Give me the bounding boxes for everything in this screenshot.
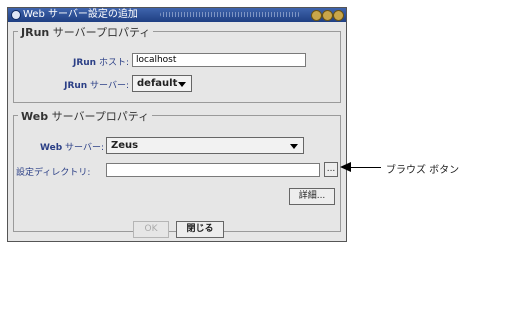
web-server-label: Web サーバー: [40, 143, 104, 153]
details-button[interactable]: 詳細... [289, 188, 335, 205]
window-menu-icon[interactable] [11, 10, 21, 20]
jrun-server-value: default [137, 78, 178, 89]
browse-button-callout: ブラウズ ボタン [386, 165, 460, 176]
chevron-down-icon [290, 144, 298, 149]
jrun-host-field[interactable]: localhost [132, 53, 306, 67]
jrun-group-title: JRun サーバープロパティ [18, 24, 154, 40]
web-server-properties-group: Web サーバープロパティ Web サーバー: Zeus 設定ディレクトリ: .… [13, 108, 341, 232]
minimize-icon[interactable] [311, 10, 322, 21]
config-dir-field[interactable] [106, 163, 320, 177]
jrun-server-label: JRun サーバー: [64, 81, 129, 91]
browse-button[interactable]: ... [324, 162, 338, 177]
title-bar[interactable]: Web サーバー設定の追加 [8, 8, 346, 22]
web-server-value: Zeus [111, 140, 139, 151]
ok-button[interactable]: OK [133, 221, 169, 238]
web-server-dropdown[interactable]: Zeus [106, 137, 304, 154]
jrun-server-dropdown[interactable]: default [132, 75, 192, 92]
config-dir-label: 設定ディレクトリ: [16, 168, 91, 178]
close-icon[interactable] [333, 10, 344, 21]
callout-arrow-icon [340, 162, 351, 172]
jrun-host-label: JRun ホスト: [73, 58, 129, 68]
jrun-server-properties-group: JRun サーバープロパティ JRun ホスト: localhost JRun … [13, 24, 341, 103]
maximize-icon[interactable] [322, 10, 333, 21]
window-title: Web サーバー設定の追加 [23, 9, 138, 20]
web-server-config-dialog: Web サーバー設定の追加 JRun サーバープロパティ JRun ホスト: l… [7, 7, 347, 242]
web-group-title: Web サーバープロパティ [18, 108, 153, 124]
title-grip [160, 12, 300, 17]
chevron-down-icon [178, 82, 186, 87]
close-button[interactable]: 閉じる [176, 221, 224, 238]
callout-line [351, 167, 381, 168]
